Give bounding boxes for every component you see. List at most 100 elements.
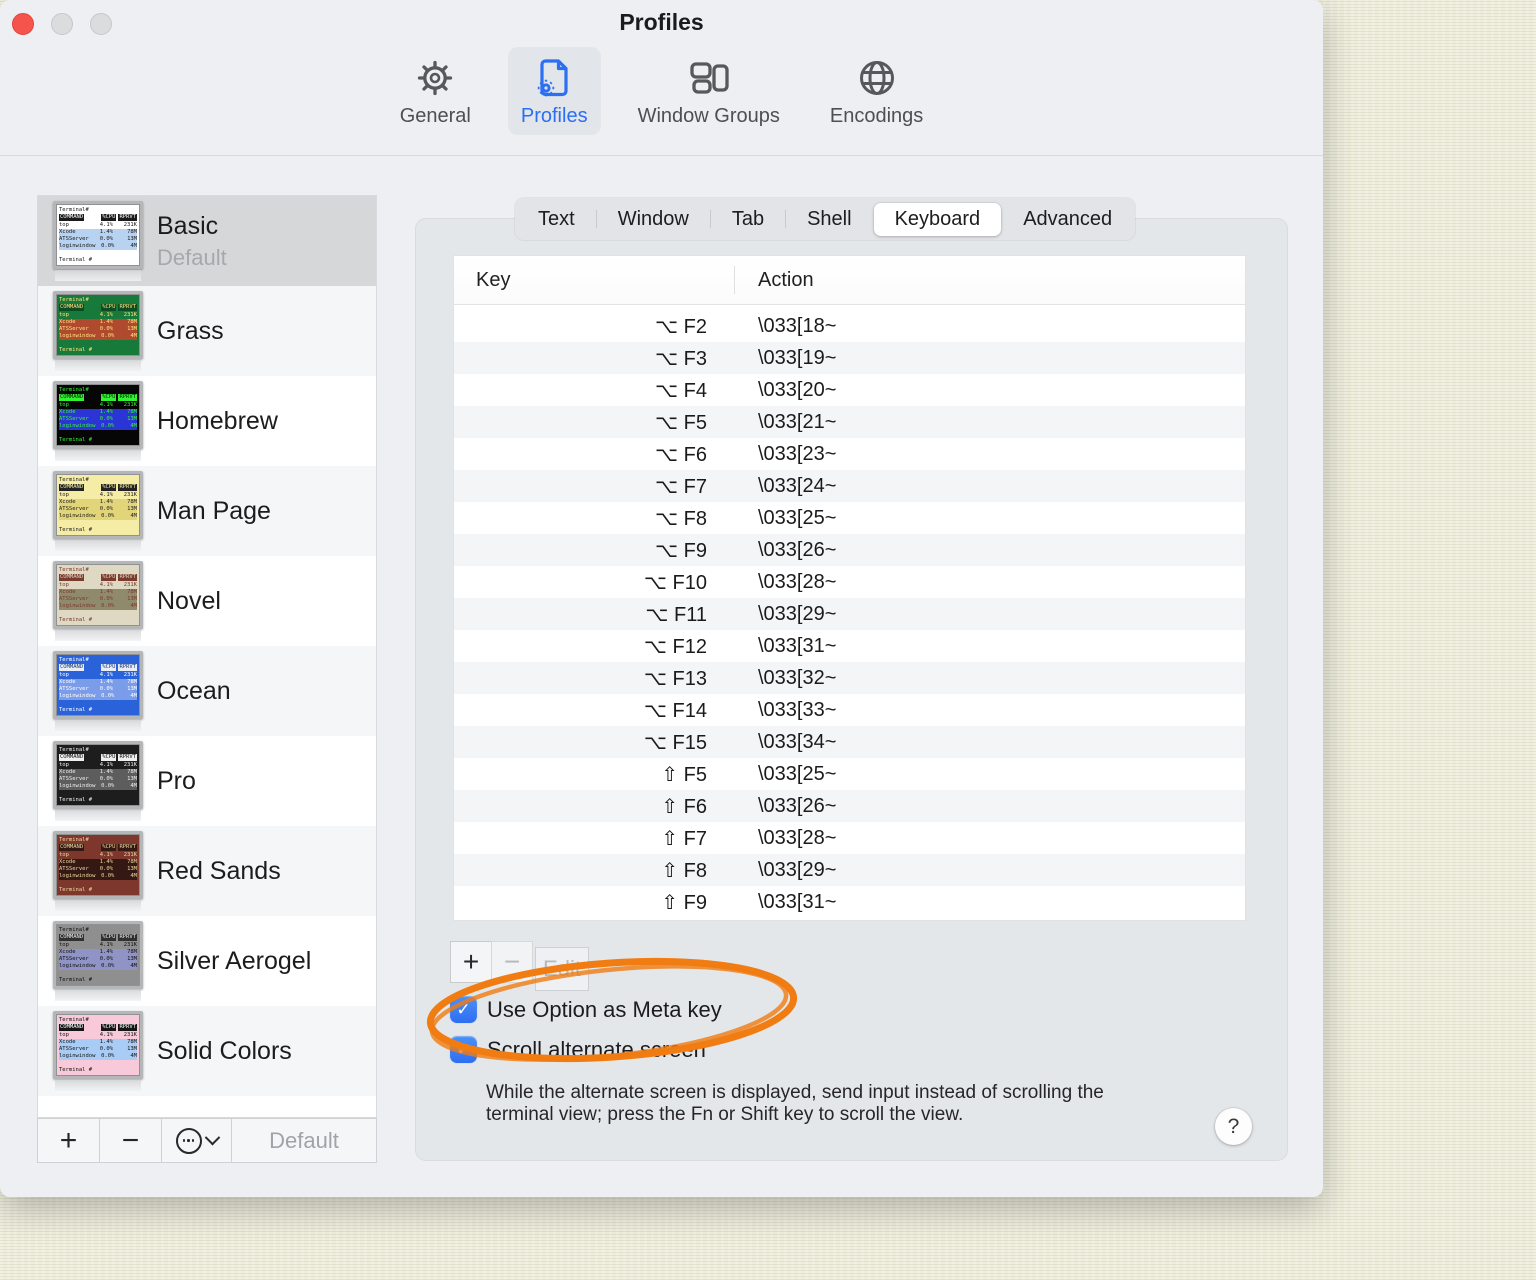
profile-thumbnail: Terminal# COMMAND %CPU RPRVT top 4.1% 231K Xc… — [52, 201, 144, 281]
thumb-rows: top 4.1% 231K Xcode 1.4% 78M ATSServer 0.0% 13M l… — [59, 1032, 137, 1060]
tab-advanced[interactable]: Advanced — [1002, 203, 1133, 236]
profile-label: Silver Aerogel — [157, 947, 311, 976]
table-row[interactable]: ⇧ F6 \033[26~ — [454, 790, 1245, 822]
table-row[interactable]: ⌥ F6 \033[23~ — [454, 438, 1245, 470]
profile-list-item[interactable]: Terminal# COMMAND %CPU RPRVT top 4.1% 231K Xc… — [38, 916, 376, 1006]
table-row[interactable]: ⌥ F10 \033[28~ — [454, 566, 1245, 598]
terminal-preview: Terminal# COMMAND %CPU RPRVT top 4.1% 231K Xc… — [53, 471, 143, 539]
gear-icon — [412, 52, 458, 104]
scroll-alternate-screen-checkbox[interactable]: ✓ — [450, 1036, 477, 1063]
thumb-row: top 4.1% 231K — [59, 852, 137, 858]
thumb-row: top 4.1% 231K — [59, 1032, 137, 1038]
toolbar: General Profiles Window Groups Encodings — [0, 47, 1323, 135]
toolbar-item-encodings[interactable]: Encodings — [817, 47, 936, 135]
help-button[interactable]: ? — [1215, 1108, 1252, 1145]
column-divider[interactable] — [734, 266, 735, 294]
add-profile-button[interactable]: + — [38, 1119, 100, 1162]
thumb-row: ATSServer 0.0% 13M — [59, 326, 137, 333]
profile-actions-menu-button[interactable] — [162, 1119, 232, 1162]
thumb-row: Xcode 1.4% 78M — [59, 949, 137, 956]
tab-text[interactable]: Text — [517, 203, 596, 236]
profile-list-item[interactable]: Terminal# COMMAND %CPU RPRVT top 4.1% 231K Xc… — [38, 1006, 376, 1096]
tab-window[interactable]: Window — [597, 203, 710, 236]
thumb-row: Xcode 1.4% 78M — [59, 1039, 137, 1046]
thumb-row: loginwindow 0.0% 4M — [59, 693, 137, 700]
table-row[interactable]: ⌥ F2 \033[18~ — [454, 310, 1245, 342]
toolbar-item-label: Window Groups — [637, 105, 780, 127]
thumb-title: Terminal# — [59, 657, 89, 663]
key-cell: ⌥ F10 — [643, 571, 707, 594]
key-cell: ⌥ F14 — [643, 699, 707, 722]
remove-profile-button[interactable]: − — [100, 1119, 162, 1162]
table-row[interactable]: ⌥ F12 \033[31~ — [454, 630, 1245, 662]
thumb-rows: top 4.1% 231K Xcode 1.4% 78M ATSServer 0.0% 13M l… — [59, 672, 137, 700]
profile-subtitle: Default — [157, 244, 227, 270]
profile-list-item[interactable]: Terminal# COMMAND %CPU RPRVT top 4.1% 231K Xc… — [38, 196, 376, 286]
add-key-button[interactable]: + — [450, 941, 492, 983]
action-cell: \033[31~ — [758, 634, 837, 657]
checkbox-label: Scroll alternate screen — [487, 1036, 706, 1062]
table-row[interactable]: ⌥ F9 \033[26~ — [454, 534, 1245, 566]
use-option-as-meta-checkbox[interactable]: ✓ — [450, 996, 477, 1023]
profile-list-item[interactable]: Terminal# COMMAND %CPU RPRVT top 4.1% 231K Xc… — [38, 826, 376, 916]
profile-list-item[interactable]: Terminal# COMMAND %CPU RPRVT top 4.1% 231K Xc… — [38, 556, 376, 646]
thumb-rows: top 4.1% 231K Xcode 1.4% 78M ATSServer 0.0% 13M l… — [59, 312, 137, 340]
tab-keyboard[interactable]: Keyboard — [873, 202, 1002, 236]
table-row[interactable]: ⌥ F7 \033[24~ — [454, 470, 1245, 502]
keyboard-shortcut-table: Key Action ⌥ F2 \033[18~ ⌥ F3 \033[19~ ⌥… — [453, 255, 1246, 921]
table-row[interactable]: ⇧ F8 \033[29~ — [454, 854, 1245, 886]
remove-key-button[interactable]: − — [491, 941, 533, 983]
profile-label: Novel — [157, 587, 221, 616]
thumb-prompt: Terminal # — [59, 347, 93, 353]
profile-list-item[interactable]: Terminal# COMMAND %CPU RPRVT top 4.1% 231K Xc… — [38, 646, 376, 736]
thumb-row: top 4.1% 231K — [59, 762, 137, 768]
toolbar-item-general[interactable]: General — [387, 47, 484, 135]
thumbnail-reflection — [55, 1080, 141, 1091]
table-row[interactable]: ⌥ F3 \033[19~ — [454, 342, 1245, 374]
thumb-row: ATSServer 0.0% 13M — [59, 236, 137, 243]
tab-tab[interactable]: Tab — [711, 203, 785, 236]
table-row[interactable]: ⌥ F13 \033[32~ — [454, 662, 1245, 694]
profile-label: Grass — [157, 317, 224, 346]
profile-thumbnail: Terminal# COMMAND %CPU RPRVT top 4.1% 231K Xc… — [52, 651, 144, 731]
table-body: ⌥ F2 \033[18~ ⌥ F3 \033[19~ ⌥ F4 \033[20… — [454, 305, 1245, 920]
toolbar-item-window-groups[interactable]: Window Groups — [625, 47, 793, 135]
profile-name: Silver Aerogel — [157, 946, 312, 975]
profile-list-item[interactable]: Terminal# COMMAND %CPU RPRVT top 4.1% 231K Xc… — [38, 466, 376, 556]
terminal-preview: Terminal# COMMAND %CPU RPRVT top 4.1% 231K Xc… — [53, 201, 143, 269]
edit-key-button[interactable]: Edit — [535, 947, 589, 991]
thumb-row: Xcode 1.4% 78M — [59, 499, 137, 506]
profile-name: Basic — [157, 211, 219, 240]
profile-label: Red Sands — [157, 857, 281, 886]
table-row[interactable]: ⌥ F5 \033[21~ — [454, 406, 1245, 438]
tab-shell[interactable]: Shell — [786, 203, 872, 236]
default-button[interactable]: Default — [232, 1119, 376, 1162]
table-row[interactable]: ⇧ F9 \033[31~ — [454, 886, 1245, 918]
profile-tabs: Text Window Tab Shell Keyboard Advanced — [515, 198, 1136, 240]
key-cell: ⌥ F8 — [655, 507, 707, 530]
toolbar-item-profiles[interactable]: Profiles — [507, 47, 601, 135]
table-row[interactable]: ⇧ F7 \033[28~ — [454, 822, 1245, 854]
thumbnail-reflection — [55, 270, 141, 281]
thumb-title: Terminal# — [59, 837, 89, 843]
table-row[interactable]: ⌥ F14 \033[33~ — [454, 694, 1245, 726]
profile-list-item[interactable]: Terminal# COMMAND %CPU RPRVT top 4.1% 231K Xc… — [38, 286, 376, 376]
key-cell: ⌥ F13 — [643, 667, 707, 690]
table-row[interactable]: ⇧ F5 \033[25~ — [454, 758, 1245, 790]
table-row[interactable]: ⌥ F8 \033[25~ — [454, 502, 1245, 534]
globe-icon — [854, 52, 900, 104]
table-row[interactable]: ⌥ F4 \033[20~ — [454, 374, 1245, 406]
profile-thumbnail: Terminal# COMMAND %CPU RPRVT top 4.1% 231K Xc… — [52, 381, 144, 461]
profile-list-item[interactable]: Terminal# COMMAND %CPU RPRVT top 4.1% 231K Xc… — [38, 376, 376, 466]
thumb-title: Terminal# — [59, 567, 89, 573]
thumb-row: loginwindow 0.0% 4M — [59, 603, 137, 610]
thumbnail-reflection — [55, 360, 141, 371]
profile-list-item[interactable]: Terminal# COMMAND %CPU RPRVT top 4.1% 231K Xc… — [38, 736, 376, 826]
key-cell: ⌥ F3 — [655, 347, 707, 370]
action-cell: \033[32~ — [758, 666, 837, 689]
action-cell: \033[26~ — [758, 794, 837, 817]
table-row[interactable]: ⌥ F11 \033[29~ — [454, 598, 1245, 630]
table-row[interactable]: ⌥ F15 \033[34~ — [454, 726, 1245, 758]
action-cell: \033[34~ — [758, 730, 837, 753]
thumbnail-reflection — [55, 540, 141, 551]
